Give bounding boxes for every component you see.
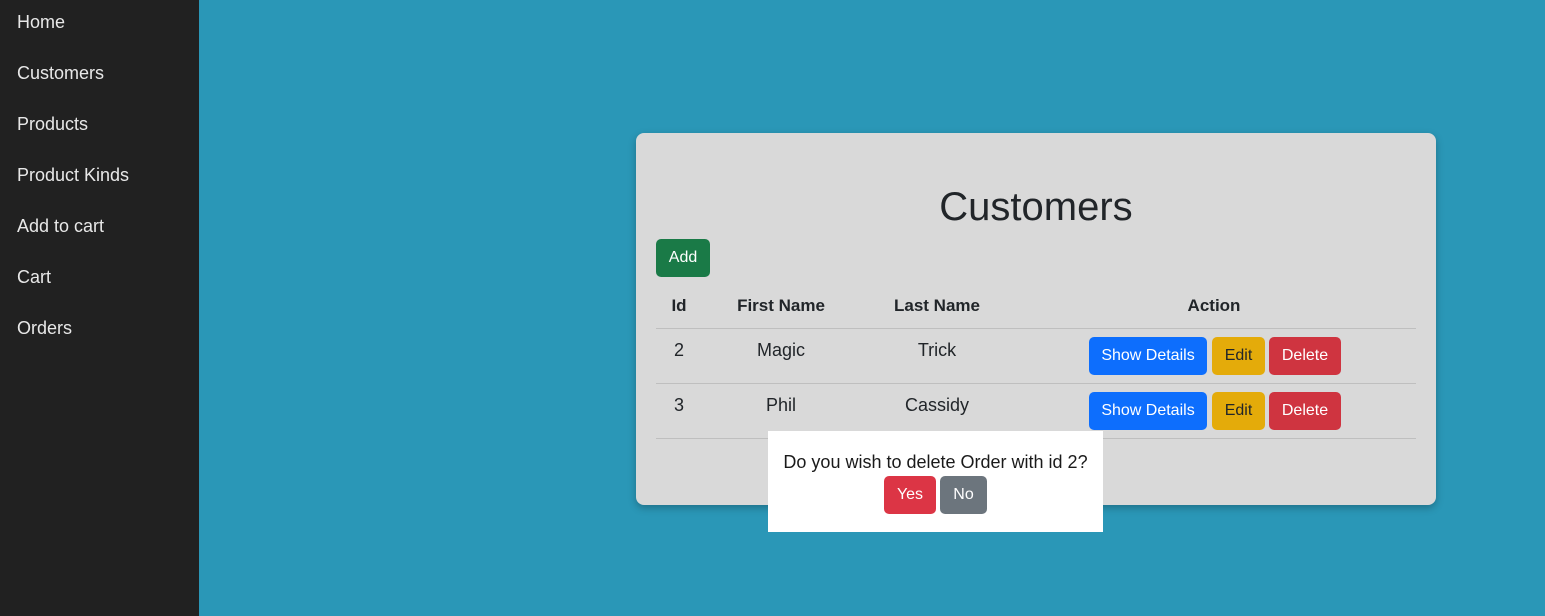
delete-confirm-dialog: Do you wish to delete Order with id 2? Y…: [768, 431, 1103, 532]
sidebar-item-add-to-cart[interactable]: Add to cart: [17, 215, 104, 237]
add-customer-button[interactable]: Add: [656, 239, 710, 277]
sidebar-item-cart[interactable]: Cart: [17, 266, 51, 288]
sidebar-item-product-kinds[interactable]: Product Kinds: [17, 164, 129, 186]
cell-first-name: Phil: [765, 395, 796, 415]
dialog-message: Do you wish to delete Order with id 2?: [783, 452, 1088, 472]
cell-first-name: Magic: [756, 340, 805, 360]
sidebar: Home Customers Products Product Kinds Ad…: [0, 0, 199, 616]
column-header-id: Id: [671, 296, 687, 315]
sidebar-item-orders[interactable]: Orders: [17, 317, 72, 339]
table-divider: [656, 383, 1416, 384]
show-details-button[interactable]: Show Details: [1089, 392, 1207, 430]
column-header-first-name: First Name: [737, 296, 825, 315]
edit-button[interactable]: Edit: [1212, 337, 1265, 375]
cell-last-name: Cassidy: [904, 395, 970, 415]
table-divider: [656, 328, 1416, 329]
confirm-no-button[interactable]: No: [940, 476, 987, 514]
column-header-action: Action: [1187, 296, 1241, 315]
cell-id: 3: [673, 395, 684, 415]
sidebar-item-home[interactable]: Home: [17, 11, 65, 33]
cell-last-name: Trick: [917, 340, 957, 360]
delete-button[interactable]: Delete: [1269, 337, 1341, 375]
sidebar-item-customers[interactable]: Customers: [17, 62, 104, 84]
edit-button[interactable]: Edit: [1212, 392, 1265, 430]
sidebar-item-products[interactable]: Products: [17, 113, 88, 135]
show-details-button[interactable]: Show Details: [1089, 337, 1207, 375]
confirm-yes-button[interactable]: Yes: [884, 476, 936, 514]
delete-button[interactable]: Delete: [1269, 392, 1341, 430]
page-title: Customers: [939, 185, 1133, 229]
cell-id: 2: [673, 340, 684, 360]
column-header-last-name: Last Name: [894, 296, 980, 315]
